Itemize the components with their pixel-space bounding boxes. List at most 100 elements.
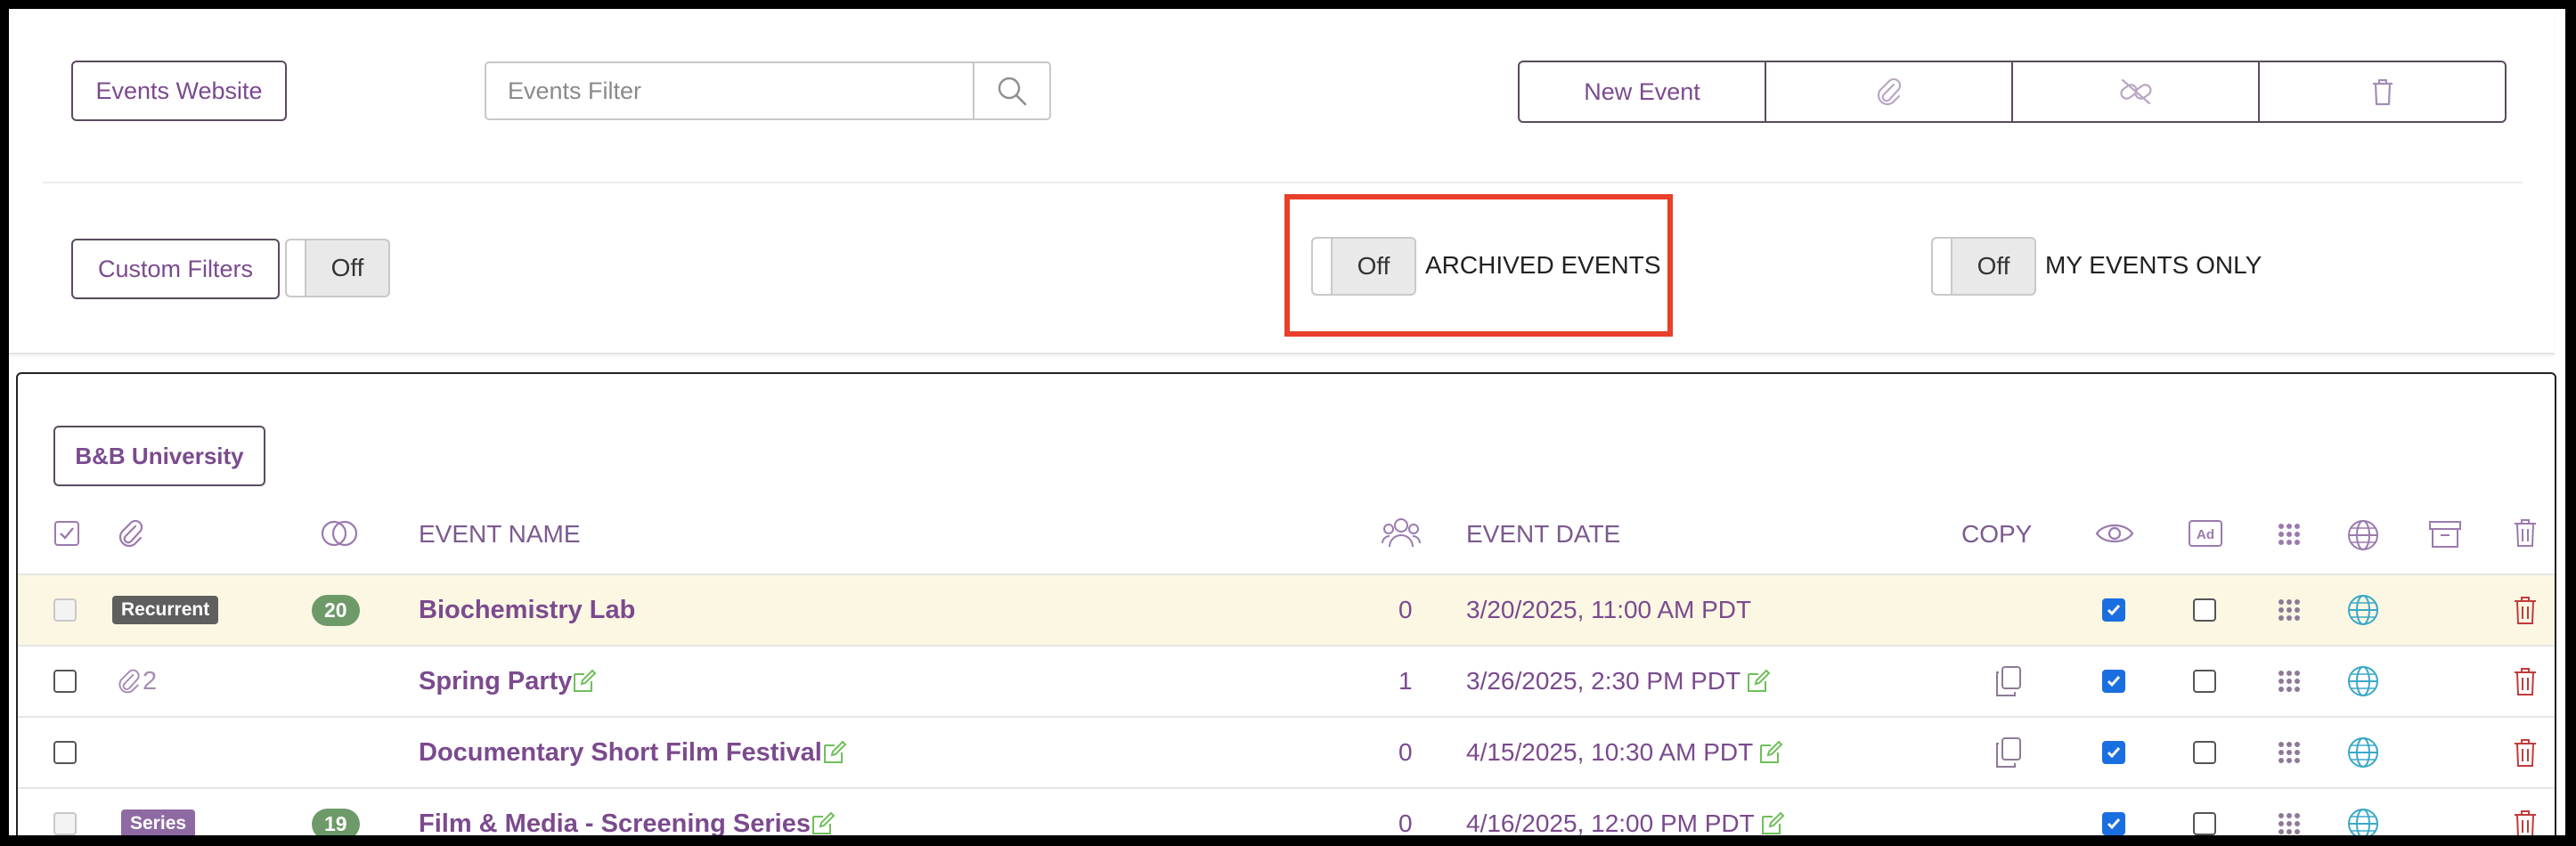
- copy-column-header: COPY: [1961, 520, 2033, 548]
- event-name-column-header[interactable]: EVENT NAME: [419, 520, 581, 549]
- row-select-checkbox[interactable]: [53, 812, 77, 835]
- trash-icon: [2372, 78, 2393, 106]
- toggle-state-label: Off: [1977, 252, 2010, 280]
- trash-icon[interactable]: [2512, 594, 2539, 626]
- dots-grid-icon[interactable]: [2277, 598, 2302, 622]
- dots-grid-icon: [2278, 524, 2300, 545]
- delete-selected-button[interactable]: [2258, 61, 2507, 123]
- paperclip-icon: [118, 519, 143, 548]
- visible-checkbox[interactable]: [2102, 670, 2125, 693]
- organization-button[interactable]: B&B University: [53, 426, 265, 486]
- trash-icon[interactable]: [2512, 808, 2539, 835]
- people-icon: [1382, 518, 1421, 548]
- paperclip-icon: [1877, 77, 1901, 106]
- paperclip-icon: [118, 669, 140, 694]
- row-select-checkbox[interactable]: [53, 670, 77, 693]
- visible-checkbox[interactable]: [2102, 598, 2125, 622]
- edit-icon[interactable]: [822, 740, 847, 765]
- attachments-column-header[interactable]: [116, 518, 146, 549]
- toggle-state-label: Off: [330, 254, 364, 281]
- event-date: 3/20/2025, 11:00 AM PDT: [1466, 596, 1752, 623]
- globe-icon[interactable]: [2346, 593, 2380, 627]
- search-button[interactable]: [973, 63, 1049, 118]
- globe-icon[interactable]: [2346, 664, 2380, 698]
- svg-text:Ad: Ad: [2197, 527, 2214, 542]
- attachment-count[interactable]: 2: [143, 667, 157, 696]
- toggle-knob: [1933, 239, 1952, 294]
- edit-icon[interactable]: [572, 669, 597, 694]
- toolbar-divider: [43, 182, 2523, 183]
- trash-icon: [2515, 519, 2536, 547]
- ad-checkbox[interactable]: [2193, 741, 2216, 764]
- edit-icon[interactable]: [811, 811, 836, 835]
- select-all-checkbox[interactable]: [53, 520, 80, 547]
- attach-button[interactable]: [1765, 61, 2013, 123]
- attendees-column-header[interactable]: [1381, 517, 1422, 550]
- row-select-checkbox[interactable]: [53, 741, 77, 764]
- qr-column-header: [2277, 522, 2302, 547]
- ad-icon: Ad: [2189, 520, 2222, 547]
- event-name-link[interactable]: Spring Party: [419, 667, 572, 696]
- occurrence-count-badge[interactable]: 19: [312, 808, 360, 835]
- ad-checkbox[interactable]: [2193, 812, 2216, 835]
- ad-column-header: Ad: [2188, 518, 2223, 549]
- edit-icon[interactable]: [1746, 669, 1771, 694]
- edit-icon[interactable]: [1760, 811, 1785, 835]
- occurrence-count-badge[interactable]: 20: [312, 594, 360, 626]
- edit-icon[interactable]: [1758, 740, 1783, 765]
- table-row[interactable]: Documentary Short Film Festival 0 4/15/2…: [18, 716, 2555, 787]
- dots-grid-icon[interactable]: [2277, 669, 2302, 694]
- event-date: 3/26/2025, 2:30 PM PDT: [1466, 667, 1741, 695]
- attendee-count[interactable]: 0: [1398, 738, 1413, 767]
- custom-filters-button[interactable]: Custom Filters: [71, 239, 280, 299]
- events-website-button[interactable]: Events Website: [71, 61, 287, 121]
- event-name-link[interactable]: Biochemistry Lab: [419, 596, 635, 625]
- event-date: 4/15/2025, 10:30 AM PDT: [1466, 738, 1754, 766]
- archive-column-header: [2428, 518, 2462, 550]
- globe-icon[interactable]: [2346, 736, 2380, 769]
- copy-icon[interactable]: [1993, 665, 2024, 697]
- check-icon: [2107, 676, 2121, 687]
- events-filter-input[interactable]: [486, 63, 973, 118]
- check-icon: [2107, 747, 2121, 759]
- visible-checkbox[interactable]: [2102, 741, 2125, 764]
- attendee-count[interactable]: 1: [1398, 667, 1413, 696]
- row-select-checkbox[interactable]: [53, 598, 77, 622]
- table-row[interactable]: Series 19 Film & Media - Screening Serie…: [18, 787, 2555, 835]
- trash-icon[interactable]: [2512, 665, 2539, 697]
- new-event-button[interactable]: New Event: [1518, 61, 1766, 123]
- globe-icon[interactable]: [2346, 807, 2380, 835]
- dots-grid-icon[interactable]: [2277, 740, 2302, 765]
- table-row[interactable]: 2 Spring Party 1 3/26/2025, 2:30 PM PDT: [18, 645, 2555, 716]
- visible-checkbox[interactable]: [2102, 812, 2125, 835]
- copy-icon[interactable]: [1993, 736, 2024, 769]
- check-icon: [2107, 818, 2121, 830]
- event-name-link[interactable]: Documentary Short Film Festival: [419, 738, 822, 768]
- recurrent-badge: Recurrent: [112, 596, 219, 624]
- ad-checkbox[interactable]: [2193, 598, 2216, 622]
- table-row[interactable]: Recurrent 20 Biochemistry Lab 0 3/20/202…: [18, 573, 2555, 645]
- search-icon: [998, 77, 1027, 106]
- archive-box-icon: [2429, 521, 2461, 548]
- trash-icon[interactable]: [2512, 736, 2539, 769]
- events-toolbar-panel: Events Website New Event: [9, 9, 2555, 354]
- archived-events-highlight: [1284, 194, 1673, 337]
- events-table-panel: B&B University EVENT NAME EVENT DATE COP…: [16, 372, 2556, 835]
- delete-column-header: [2512, 517, 2539, 549]
- series-column-header[interactable]: [319, 518, 360, 549]
- event-name-link[interactable]: Film & Media - Screening Series: [419, 809, 811, 836]
- event-actions-group: New Event: [1518, 61, 2507, 123]
- eye-icon: [2095, 524, 2134, 543]
- checkbox-icon: [54, 521, 79, 546]
- overlap-circles-icon: [321, 520, 358, 547]
- events-filter-search: [485, 61, 1051, 120]
- attendee-count[interactable]: 0: [1398, 809, 1413, 835]
- event-date-column-header[interactable]: EVENT DATE: [1466, 520, 1620, 549]
- my-events-toggle[interactable]: Off: [1931, 237, 2036, 296]
- dots-grid-icon[interactable]: [2277, 811, 2302, 835]
- custom-filters-toggle[interactable]: Off: [285, 239, 390, 297]
- globe-icon: [2348, 520, 2378, 550]
- ad-checkbox[interactable]: [2193, 670, 2216, 693]
- unlink-button[interactable]: [2011, 61, 2260, 123]
- attendee-count[interactable]: 0: [1398, 596, 1413, 624]
